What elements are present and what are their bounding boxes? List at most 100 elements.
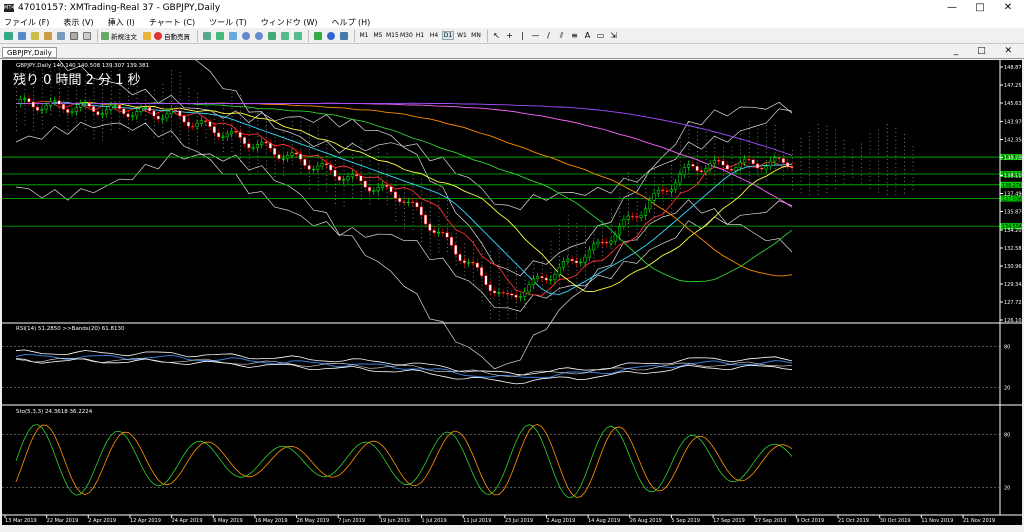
cloud-dot bbox=[197, 116, 198, 118]
price-chart[interactable]: 140.771 139.243 138.274 137.038 134.554 148.… bbox=[2, 60, 1022, 525]
fibonacci-button[interactable]: ≡ bbox=[569, 30, 580, 42]
candle-body bbox=[514, 294, 518, 298]
cloud-dot bbox=[731, 146, 733, 148]
vertical-line-button[interactable]: | bbox=[517, 30, 528, 42]
timeframe-m5[interactable]: M5 bbox=[372, 32, 384, 39]
cloud-dot bbox=[817, 139, 819, 141]
menu-view[interactable]: 表示 (V) bbox=[63, 17, 93, 28]
text-button[interactable]: A bbox=[582, 30, 593, 42]
timeframe-h4[interactable]: H4 bbox=[428, 32, 440, 39]
cloud-dot bbox=[628, 207, 629, 209]
cursor-button[interactable]: ↖ bbox=[491, 30, 502, 42]
cloud-dot bbox=[826, 137, 828, 139]
new-chart-button[interactable] bbox=[3, 30, 14, 42]
cloud-dot bbox=[912, 165, 914, 167]
chart-window-tab[interactable]: GBPJPY,Daily bbox=[2, 47, 57, 58]
cloud-dot bbox=[610, 232, 612, 234]
cloud-dot bbox=[705, 151, 707, 152]
arrows-button[interactable]: ⇲ bbox=[608, 30, 619, 42]
cloud-dot bbox=[636, 209, 638, 211]
cloud-dot bbox=[714, 178, 716, 180]
cloud-dot bbox=[688, 122, 690, 123]
cloud-dot bbox=[447, 212, 448, 213]
timeframe-h1[interactable]: H1 bbox=[414, 32, 426, 39]
chart-canvas[interactable]: 140.771139.243138.274137.038134.554 148.… bbox=[2, 60, 1022, 525]
navigator-button[interactable] bbox=[55, 30, 66, 42]
cloud-dot bbox=[628, 226, 629, 228]
cloud-dot bbox=[404, 196, 405, 198]
zoom-out-button[interactable] bbox=[253, 30, 264, 42]
candle-body bbox=[786, 162, 790, 168]
label-button[interactable]: ▭ bbox=[595, 30, 606, 42]
metaeditor-button[interactable] bbox=[141, 30, 152, 42]
close-button[interactable]: ✕ bbox=[994, 0, 1022, 16]
cloud-dot bbox=[326, 151, 328, 153]
tester-button[interactable] bbox=[81, 30, 92, 42]
menu-window[interactable]: ウィンドウ (W) bbox=[261, 17, 318, 28]
fibonacci-icon: ≡ bbox=[571, 31, 578, 40]
profiles-button[interactable] bbox=[16, 30, 27, 42]
cloud-dot bbox=[162, 138, 164, 140]
data-window-button[interactable] bbox=[42, 30, 53, 42]
candle-body bbox=[53, 100, 57, 102]
timeframe-m1[interactable]: M1 bbox=[358, 32, 370, 39]
cloud-dot bbox=[162, 111, 164, 113]
cloud-dot bbox=[507, 275, 509, 276]
cloud-dot bbox=[524, 307, 526, 308]
channel-button[interactable]: ⫽ bbox=[556, 30, 567, 42]
cloud-dot bbox=[257, 108, 259, 110]
market-watch-button[interactable] bbox=[29, 30, 40, 42]
candlestick-button[interactable] bbox=[214, 30, 225, 42]
main-panel-header: GBPJPY,Daily 140.140 140.508 139.307 139… bbox=[16, 63, 149, 69]
indicators-button[interactable] bbox=[312, 30, 323, 42]
menu-charts[interactable]: チャート (C) bbox=[149, 17, 195, 28]
new-order-button[interactable]: 新規注文 bbox=[101, 30, 139, 42]
trendline-button[interactable]: / bbox=[543, 30, 554, 42]
terminal-button[interactable] bbox=[68, 30, 79, 42]
cloud-dot bbox=[817, 190, 819, 192]
tile-windows-icon bbox=[267, 31, 276, 40]
minimize-button[interactable]: — bbox=[938, 0, 966, 16]
chart-window-controls[interactable]: _ □ ✕ bbox=[954, 46, 1020, 56]
auto-trade-button[interactable]: 自動売買 bbox=[154, 30, 192, 42]
cloud-dot bbox=[869, 180, 871, 181]
candle-body bbox=[699, 170, 704, 173]
cloud-dot bbox=[283, 151, 285, 153]
menu-insert[interactable]: 挿入 (I) bbox=[108, 17, 135, 28]
cloud-dot bbox=[559, 232, 560, 234]
timeframe-m30[interactable]: M30 bbox=[400, 32, 413, 39]
menu-tools[interactable]: ツール (T) bbox=[209, 17, 247, 28]
periods-button[interactable] bbox=[325, 30, 336, 42]
candle-body bbox=[44, 105, 48, 110]
cloud-dot bbox=[610, 224, 612, 226]
cloud-dot bbox=[352, 185, 354, 187]
crosshair-button[interactable]: + bbox=[504, 30, 515, 42]
timeframe-m15[interactable]: M15 bbox=[386, 32, 399, 39]
horizontal-line-button[interactable]: — bbox=[530, 30, 541, 42]
bar-chart-button[interactable] bbox=[201, 30, 212, 42]
tile-windows-button[interactable] bbox=[266, 30, 277, 42]
templates-button[interactable] bbox=[338, 30, 349, 42]
cloud-dot bbox=[662, 177, 664, 179]
maximize-button[interactable]: □ bbox=[966, 0, 994, 16]
auto-scroll-button[interactable] bbox=[279, 30, 290, 42]
candle-body bbox=[768, 160, 772, 167]
menu-file[interactable]: ファイル (F) bbox=[4, 17, 49, 28]
chart-shift-button[interactable] bbox=[292, 30, 303, 42]
cloud-dot bbox=[378, 175, 379, 177]
menu-help[interactable]: ヘルプ (H) bbox=[331, 17, 370, 28]
cloud-dot bbox=[188, 115, 190, 117]
timeframe-mn[interactable]: MN bbox=[470, 32, 482, 39]
cloud-dot bbox=[24, 104, 26, 106]
cloud-dot bbox=[119, 124, 121, 125]
cloud-dot bbox=[171, 77, 172, 79]
candle-body bbox=[411, 201, 415, 204]
cloud-dot bbox=[628, 230, 629, 232]
cloud-dot bbox=[222, 143, 224, 145]
timeframe-d1[interactable]: D1 bbox=[442, 31, 454, 40]
cloud-dot bbox=[895, 143, 897, 145]
cloud-dot bbox=[671, 168, 673, 170]
line-chart-button[interactable] bbox=[227, 30, 238, 42]
timeframe-w1[interactable]: W1 bbox=[456, 32, 468, 39]
zoom-in-button[interactable] bbox=[240, 30, 251, 42]
